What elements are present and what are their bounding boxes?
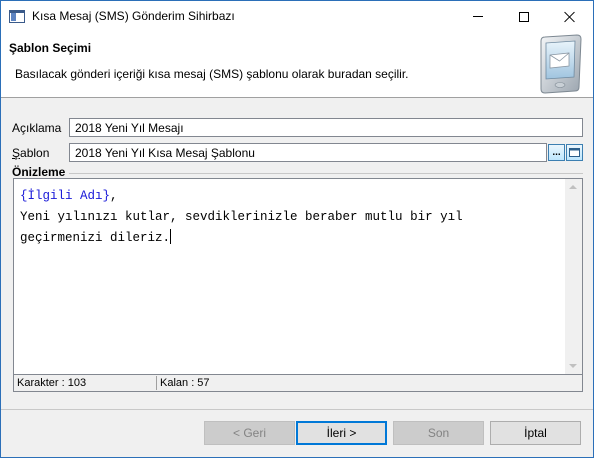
minimize-icon (473, 16, 483, 17)
mobile-message-icon (540, 34, 582, 94)
aciklama-label: Açıklama (12, 121, 62, 135)
browse-button[interactable]: ... (548, 144, 565, 161)
sablon-label-rest: ablon (20, 146, 50, 160)
template-window-button[interactable] (566, 144, 583, 161)
recipient-placeholder-tag: {İlgili Adı} (20, 189, 111, 203)
page-description: Basılacak gönderi içeriği kısa mesaj (SM… (15, 67, 409, 81)
scroll-up-icon (569, 185, 577, 189)
wizard-window: Kısa Mesaj (SMS) Gönderim Sihirbazı Şabl… (0, 0, 594, 458)
title-bar: Kısa Mesaj (SMS) Gönderim Sihirbazı (1, 1, 593, 32)
preview-scrollbar[interactable] (565, 179, 582, 374)
sablon-label: Şablon (12, 146, 49, 160)
page-title: Şablon Seçimi (9, 41, 92, 55)
preview-line2: Yeni yılınızı kutlar, sevdiklerinizle be… (20, 210, 463, 224)
character-count: Karakter : 103 (17, 377, 87, 389)
minimize-button[interactable] (455, 1, 501, 32)
sablon-label-mnemonic: Ş (12, 146, 21, 160)
next-button[interactable]: İleri > (296, 421, 387, 445)
text-caret (170, 229, 172, 244)
wizard-header: Şablon Seçimi Basılacak gönderi içeriği … (1, 32, 593, 98)
remaining-count: Kalan : 57 (160, 377, 210, 389)
aciklama-field[interactable]: 2018 Yeni Yıl Mesajı (69, 118, 583, 137)
scroll-down-icon (569, 364, 577, 368)
close-button[interactable] (547, 1, 593, 32)
status-separator (156, 376, 157, 390)
cancel-button[interactable]: İptal (490, 421, 581, 445)
preview-group-divider (69, 173, 583, 174)
footer-divider (1, 409, 593, 410)
preview-content: {İlgili Adı}, Yeni yılınızı kutlar, sevd… (20, 186, 564, 249)
preview-status-bar: Karakter : 103 Kalan : 57 (13, 375, 583, 392)
preview-line1-rest: , (110, 189, 118, 203)
window-icon (569, 148, 580, 157)
maximize-icon (519, 11, 529, 22)
preview-group-label: Önizleme (12, 165, 66, 179)
preview-line3: geçirmenizi dileriz. (20, 231, 171, 245)
finish-button[interactable]: Son (393, 421, 484, 445)
window-title: Kısa Mesaj (SMS) Gönderim Sihirbazı (32, 9, 235, 23)
sablon-field[interactable]: 2018 Yeni Yıl Kısa Mesaj Şablonu (69, 143, 547, 162)
app-window-icon (9, 10, 25, 23)
close-icon (564, 11, 576, 23)
maximize-button[interactable] (501, 1, 547, 32)
preview-textarea[interactable]: {İlgili Adı}, Yeni yılınızı kutlar, sevd… (13, 178, 583, 375)
back-button[interactable]: < Geri (204, 421, 295, 445)
